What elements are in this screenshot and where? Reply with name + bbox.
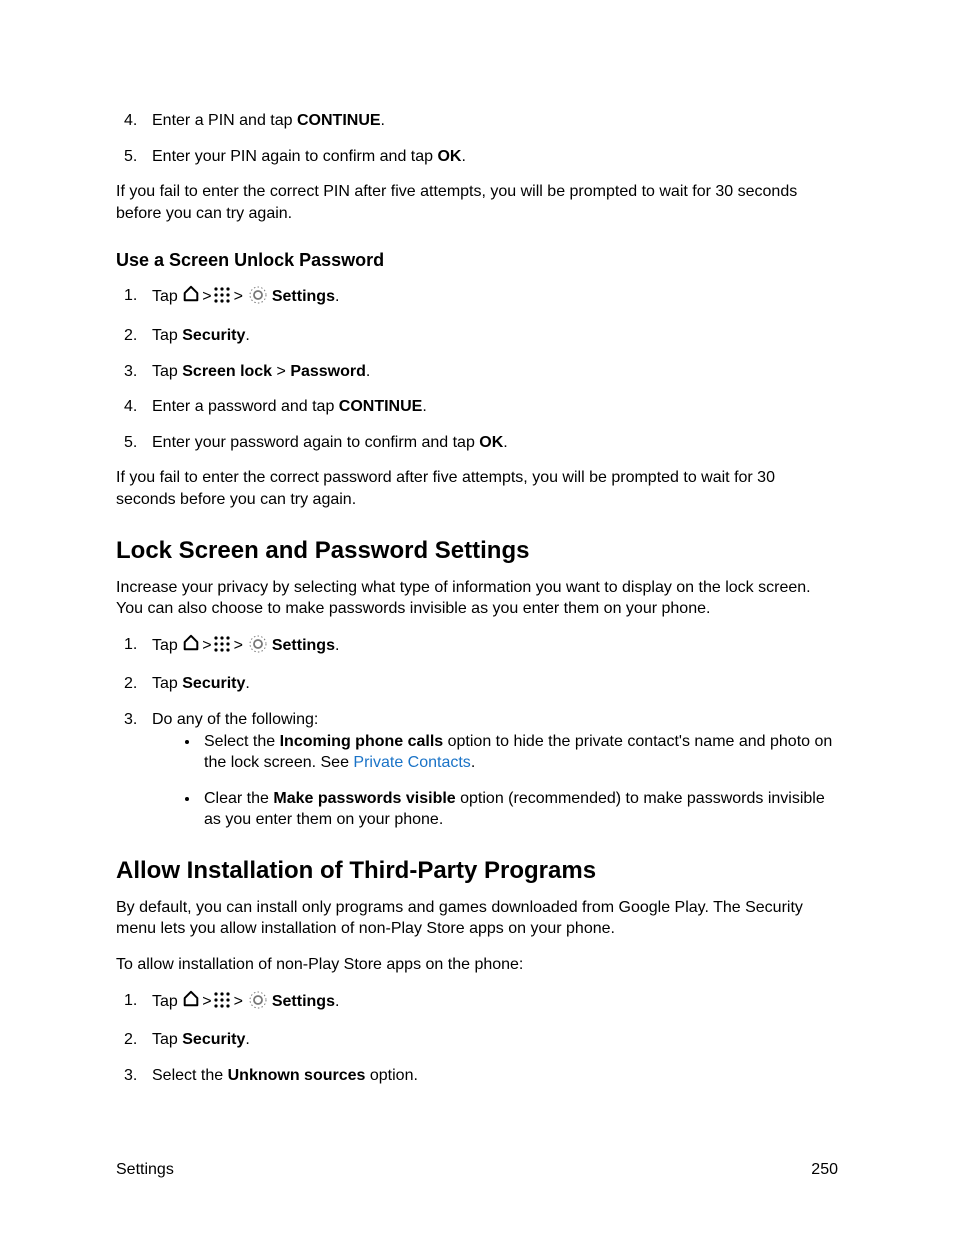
pw-fail-note: If you fail to enter the correct passwor…: [116, 467, 838, 510]
footer-page-number: 250: [811, 1161, 838, 1179]
list-item: Tap Screen lock > Password.: [152, 361, 838, 383]
home-icon: [182, 285, 200, 310]
list-item: Tap >> Settings.: [152, 634, 838, 660]
list-item: Tap >> Settings.: [152, 285, 838, 311]
list-item: Enter a password and tap CONTINUE.: [152, 396, 838, 418]
list-item: Enter a PIN and tap CONTINUE.: [152, 110, 838, 132]
list-item: Select the Unknown sources option.: [152, 1065, 838, 1087]
third-intro: By default, you can install only program…: [116, 897, 838, 940]
list-item: Do any of the following: Select the Inco…: [152, 709, 838, 831]
list-item: Enter your PIN again to confirm and tap …: [152, 146, 838, 168]
apps-icon: [214, 992, 232, 1006]
password-steps: Tap >> Settings. Tap Security. Tap Scree…: [116, 285, 838, 453]
pin-steps-continued: Enter a PIN and tap CONTINUE. Enter your…: [116, 110, 838, 167]
third-steps: Tap >> Settings. Tap Security. Select th…: [116, 990, 838, 1087]
apps-icon: [214, 636, 232, 650]
pin-fail-note: If you fail to enter the correct PIN aft…: [116, 181, 838, 224]
document-page: Enter a PIN and tap CONTINUE. Enter your…: [0, 0, 954, 1160]
heading-lock-screen: Lock Screen and Password Settings: [116, 537, 838, 565]
settings-icon: [249, 991, 267, 1016]
list-item: Tap Security.: [152, 325, 838, 347]
heading-use-password: Use a Screen Unlock Password: [116, 250, 838, 271]
list-item: Tap Security.: [152, 1029, 838, 1051]
heading-third-party: Allow Installation of Third-Party Progra…: [116, 857, 838, 885]
private-contacts-link[interactable]: Private Contacts: [353, 754, 470, 771]
lock-intro: Increase your privacy by selecting what …: [116, 577, 838, 620]
list-item: Select the Incoming phone calls option t…: [200, 731, 838, 774]
list-item: Clear the Make passwords visible option …: [200, 788, 838, 831]
list-item: Tap Security.: [152, 673, 838, 695]
home-icon: [182, 990, 200, 1015]
lock-steps: Tap >> Settings. Tap Security. Do any of…: [116, 634, 838, 831]
list-item: Tap >> Settings.: [152, 990, 838, 1016]
settings-icon: [249, 635, 267, 660]
settings-icon: [249, 286, 267, 311]
footer-section: Settings: [116, 1161, 174, 1179]
lock-bullets: Select the Incoming phone calls option t…: [152, 731, 838, 831]
home-icon: [182, 634, 200, 659]
list-item: Enter your password again to confirm and…: [152, 432, 838, 454]
third-preface: To allow installation of non-Play Store …: [116, 954, 838, 976]
page-footer: Settings 250: [116, 1161, 838, 1179]
apps-icon: [214, 287, 232, 301]
